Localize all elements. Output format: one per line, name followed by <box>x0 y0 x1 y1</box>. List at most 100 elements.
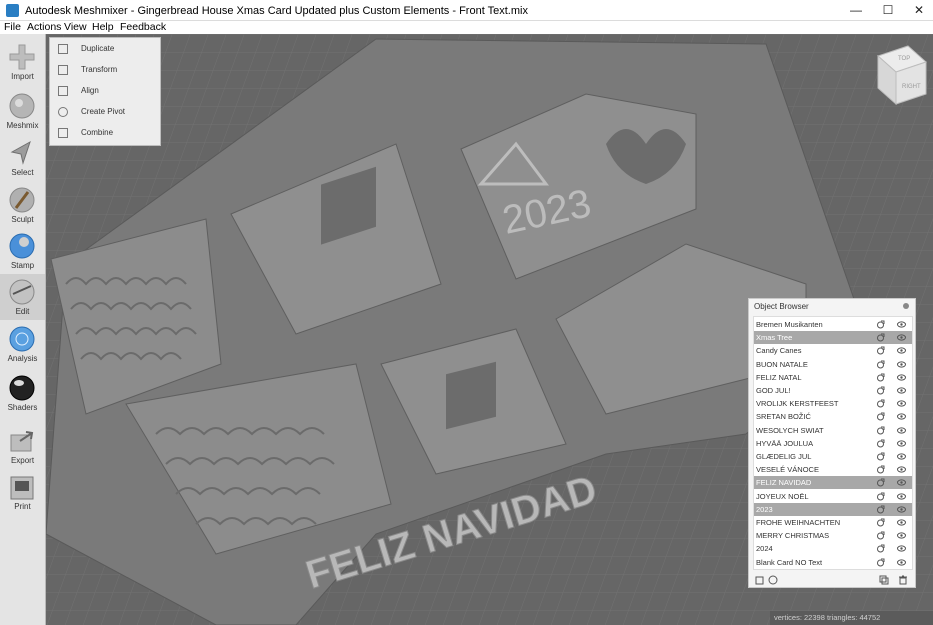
trash-icon[interactable] <box>898 575 908 585</box>
tool-export[interactable]: Export <box>0 423 45 469</box>
tool-stamp[interactable]: Stamp <box>0 228 45 274</box>
object-name: Blank Card NO Text <box>756 557 823 567</box>
object-row[interactable]: 2023 <box>754 502 912 516</box>
object-row[interactable]: JOYEUX NOËL <box>754 490 912 503</box>
maximize-button[interactable]: ☐ <box>872 0 904 21</box>
visibility-eye-icon[interactable] <box>897 479 906 486</box>
pivot-toggle-icon[interactable] <box>876 360 885 369</box>
visibility-eye-icon[interactable] <box>897 400 906 407</box>
object-row[interactable]: VESELÉ VÁNOCE <box>754 463 912 476</box>
menu-bar: File Actions View Help Feedback <box>0 21 933 34</box>
edit-transform[interactable]: Transform <box>50 60 162 81</box>
pivot-toggle-icon[interactable] <box>876 492 885 501</box>
title-bar: Autodesk Meshmixer - Gingerbread House X… <box>0 0 933 21</box>
pivot-toggle-icon[interactable] <box>876 426 885 435</box>
tool-edit-label: Edit <box>15 307 30 316</box>
pivot-toggle-icon[interactable] <box>876 386 885 395</box>
shaders-icon <box>9 375 35 401</box>
visibility-eye-icon[interactable] <box>897 321 906 328</box>
duplicate-object-icon[interactable] <box>879 575 889 585</box>
edit-align[interactable]: Align <box>50 81 162 102</box>
edit-combine[interactable]: Combine <box>50 123 162 144</box>
select-icon <box>10 140 31 165</box>
tool-analysis[interactable]: Analysis <box>0 321 45 367</box>
object-name: MERRY CHRISTMAS <box>756 531 830 541</box>
tool-print[interactable]: Print <box>0 469 45 515</box>
object-row[interactable]: Blank Card NO Text <box>754 556 912 569</box>
visibility-eye-icon[interactable] <box>897 374 906 381</box>
pivot-toggle-icon[interactable] <box>876 465 885 474</box>
object-row[interactable]: GOD JUL! <box>754 384 912 397</box>
menu-file[interactable]: File <box>4 21 21 34</box>
object-row[interactable]: Candy Canes <box>754 344 912 357</box>
object-row[interactable]: 2024 <box>754 542 912 555</box>
cube-icon[interactable] <box>755 575 765 585</box>
visibility-eye-icon[interactable] <box>897 466 906 473</box>
pivot-toggle-icon[interactable] <box>876 373 885 382</box>
tool-shaders[interactable]: Shaders <box>0 370 45 416</box>
object-row[interactable]: FROHE WEIHNACHTEN <box>754 516 912 529</box>
close-panel-icon[interactable] <box>903 303 909 309</box>
menu-actions[interactable]: Actions <box>27 21 61 34</box>
menu-feedback[interactable]: Feedback <box>120 21 166 34</box>
tool-edit[interactable]: Edit <box>0 274 45 320</box>
object-row[interactable]: BUON NATALE <box>754 358 912 371</box>
object-row[interactable]: VROLIJK KERSTFEEST <box>754 397 912 410</box>
tool-import[interactable]: Import <box>0 39 45 85</box>
print-icon <box>10 476 34 500</box>
minimize-button[interactable]: — <box>840 0 872 21</box>
pivot-toggle-icon[interactable] <box>876 333 885 342</box>
pivot-toggle-icon[interactable] <box>876 558 885 567</box>
object-row[interactable]: SRETAN BOŽIĆ <box>754 410 912 423</box>
visibility-eye-icon[interactable] <box>897 360 906 368</box>
pivot-toggle-icon[interactable] <box>876 478 885 487</box>
tool-select[interactable]: Select <box>0 135 45 181</box>
close-button[interactable]: ✕ <box>903 0 933 21</box>
menu-help[interactable]: Help <box>92 21 114 34</box>
pivot-toggle-icon[interactable] <box>876 544 885 553</box>
tool-meshmix[interactable]: Meshmix <box>0 88 45 134</box>
object-row[interactable]: GLÆDELIG JUL <box>754 450 912 463</box>
visibility-eye-icon[interactable] <box>897 506 906 513</box>
visibility-eye-icon[interactable] <box>897 453 906 460</box>
align-icon <box>58 86 68 96</box>
pivot-toggle-icon[interactable] <box>876 505 885 514</box>
visibility-eye-icon[interactable] <box>897 387 906 394</box>
visibility-eye-icon[interactable] <box>897 426 906 434</box>
sphere-icon[interactable] <box>768 575 778 585</box>
visibility-eye-icon[interactable] <box>897 532 906 539</box>
object-row[interactable]: Xmas Tree <box>754 331 912 345</box>
pivot-toggle-icon[interactable] <box>876 412 885 421</box>
object-browser-footer <box>749 573 915 587</box>
visibility-eye-icon[interactable] <box>897 334 906 341</box>
object-row[interactable]: HYVÄÄ JOULUA <box>754 437 912 450</box>
visibility-eye-icon[interactable] <box>897 545 906 552</box>
edit-create-pivot[interactable]: Create Pivot <box>50 102 162 123</box>
mesh-stats: vertices: 22398 triangles: 44752 <box>774 613 881 622</box>
pivot-toggle-icon[interactable] <box>876 346 885 355</box>
tool-sculpt[interactable]: Sculpt <box>0 182 45 228</box>
object-row[interactable]: MERRY CHRISTMAS <box>754 529 912 542</box>
visibility-eye-icon[interactable] <box>897 440 906 447</box>
pivot-toggle-icon[interactable] <box>876 399 885 408</box>
pivot-toggle-icon[interactable] <box>876 320 885 329</box>
pivot-toggle-icon[interactable] <box>876 452 885 461</box>
visibility-eye-icon[interactable] <box>897 558 906 566</box>
edit-duplicate[interactable]: Duplicate <box>50 39 162 60</box>
visibility-eye-icon[interactable] <box>897 492 906 500</box>
visibility-eye-icon[interactable] <box>897 413 906 420</box>
pivot-toggle-icon[interactable] <box>876 518 885 527</box>
tool-select-label: Select <box>11 168 34 177</box>
object-name: GOD JUL! <box>756 386 791 395</box>
pivot-toggle-icon[interactable] <box>876 531 885 540</box>
menu-view[interactable]: View <box>64 21 87 34</box>
pivot-toggle-icon[interactable] <box>876 439 885 448</box>
object-name: 2023 <box>756 504 773 514</box>
tool-meshmix-label: Meshmix <box>6 121 39 130</box>
visibility-eye-icon[interactable] <box>897 519 906 526</box>
object-row[interactable]: FELIZ NATAL <box>754 371 912 384</box>
object-row[interactable]: FELIZ NAVIDAD <box>754 476 912 490</box>
object-row[interactable]: WESOLYCH SWIAT <box>754 424 912 437</box>
object-row[interactable]: Bremen Musikanten <box>754 318 912 331</box>
visibility-eye-icon[interactable] <box>897 347 906 354</box>
